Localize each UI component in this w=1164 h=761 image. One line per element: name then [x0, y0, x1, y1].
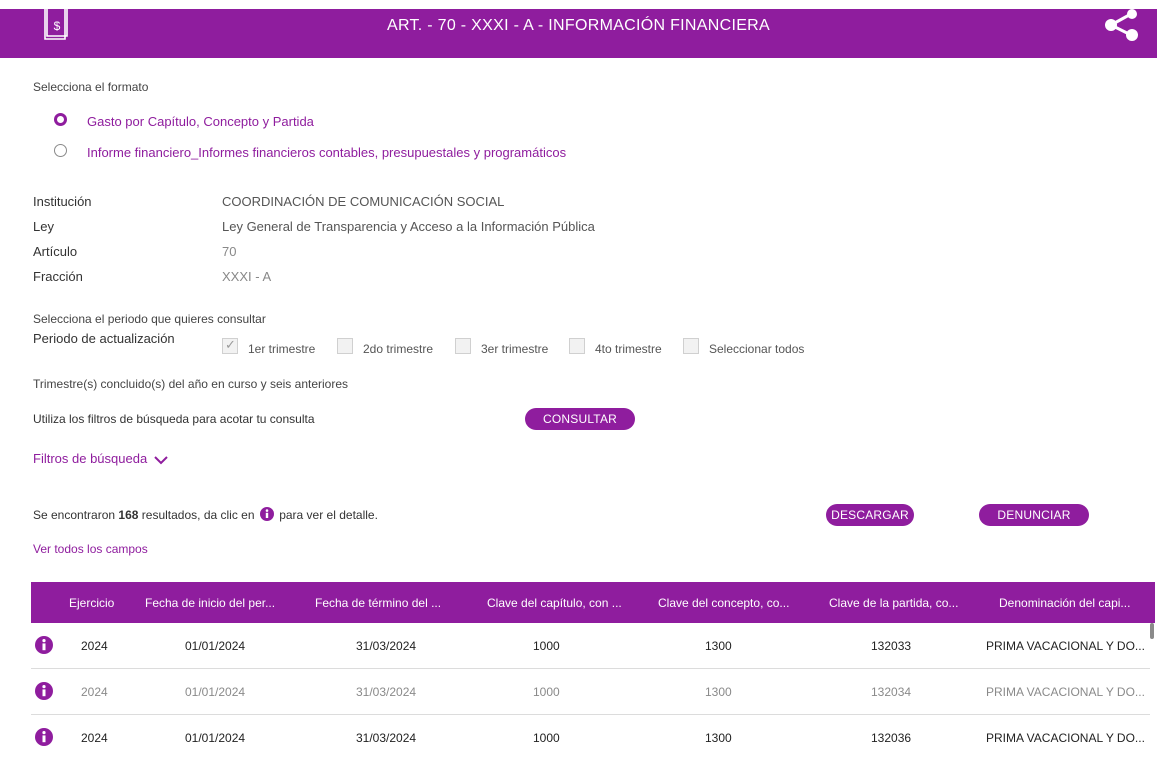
cell-clave-concepto: 1300 — [705, 639, 732, 653]
cell-clave-concepto: 1300 — [705, 731, 732, 745]
institution-label: Institución — [33, 194, 92, 209]
period-checkbox-1[interactable] — [222, 337, 238, 354]
cell-clave-concepto: 1300 — [705, 685, 732, 699]
results-summary: Se encontraron 168 resultados, da clic e… — [33, 507, 378, 522]
cell-clave-partida: 132034 — [871, 685, 912, 699]
column-header-denominacion[interactable]: Denominación del capi... — [999, 596, 1130, 610]
filters-hint: Utiliza los filtros de búsqueda para aco… — [33, 412, 315, 426]
format-radio-informe[interactable] — [54, 144, 67, 157]
cell-ejercicio: 2024 — [81, 731, 108, 745]
results-suffix: para ver el detalle. — [279, 508, 378, 522]
cell-fecha-termino: 31/03/2024 — [356, 685, 417, 699]
column-header-ejercicio[interactable]: Ejercicio — [69, 596, 114, 610]
view-all-fields-link[interactable]: Ver todos los campos — [33, 542, 148, 556]
cell-fecha-inicio: 01/01/2024 — [185, 685, 246, 699]
article-label: Artículo — [33, 244, 78, 259]
period-label: Periodo de actualización — [33, 331, 175, 346]
cell-clave-capitulo: 1000 — [533, 639, 560, 653]
table-row: 2024 01/01/2024 31/03/2024 1000 1300 132… — [31, 715, 1150, 761]
law-label: Ley — [33, 219, 54, 234]
column-header-fecha-inicio[interactable]: Fecha de inicio del per... — [145, 596, 275, 610]
table-row: 2024 01/01/2024 31/03/2024 1000 1300 132… — [31, 669, 1150, 715]
column-header-clave-capitulo[interactable]: Clave del capítulo, con ... — [487, 596, 622, 610]
format-radio-gasto[interactable] — [54, 113, 67, 126]
format-label: Selecciona el formato — [33, 80, 149, 94]
institution-value: COORDINACIÓN DE COMUNICACIÓN SOCIAL — [222, 194, 505, 209]
table-row: 2024 01/01/2024 31/03/2024 1000 1300 132… — [31, 623, 1150, 669]
fraction-value: XXXI - A — [222, 269, 272, 284]
period-prompt: Selecciona el periodo que quieres consul… — [33, 312, 266, 326]
fraction-label: Fracción — [33, 269, 83, 284]
period-option-1[interactable]: 1er trimestre — [248, 342, 315, 356]
period-option-2[interactable]: 2do trimestre — [363, 342, 433, 356]
cell-clave-partida: 132036 — [871, 731, 912, 745]
cell-clave-capitulo: 1000 — [533, 685, 560, 699]
cell-denominacion: PRIMA VACACIONAL Y DO... — [986, 639, 1145, 653]
law-value: Ley General de Transparencia y Acceso a … — [222, 219, 595, 234]
search-filters-toggle[interactable]: Filtros de búsqueda — [33, 451, 168, 466]
period-checkbox-4[interactable] — [569, 338, 585, 354]
period-note: Trimestre(s) concluido(s) del año en cur… — [33, 377, 349, 391]
cell-fecha-termino: 31/03/2024 — [356, 639, 417, 653]
consult-button[interactable]: CONSULTAR — [525, 408, 635, 430]
cell-ejercicio: 2024 — [81, 685, 108, 699]
search-filters-label: Filtros de búsqueda — [33, 451, 148, 466]
table-scrollbar[interactable] — [1150, 623, 1154, 639]
results-prefix: Se encontraron — [33, 508, 116, 522]
page-header: $ ART. - 70 - XXXI - A - INFORMACIÓN FIN… — [0, 9, 1157, 58]
info-icon[interactable] — [35, 728, 53, 746]
download-button[interactable]: DESCARGAR — [826, 504, 914, 526]
info-icon[interactable] — [35, 636, 53, 654]
cell-fecha-termino: 31/03/2024 — [356, 731, 417, 745]
period-option-3[interactable]: 3er trimestre — [481, 342, 548, 356]
info-icon — [259, 507, 274, 521]
format-option-gasto[interactable]: Gasto por Capítulo, Concepto y Partida — [87, 114, 314, 129]
cell-clave-capitulo: 1000 — [533, 731, 560, 745]
share-icon[interactable] — [1103, 8, 1139, 42]
results-count: 168 — [118, 508, 139, 522]
cell-fecha-inicio: 01/01/2024 — [185, 639, 246, 653]
report-button[interactable]: DENUNCIAR — [979, 504, 1089, 526]
period-checkbox-2[interactable] — [337, 338, 353, 354]
cell-denominacion: PRIMA VACACIONAL Y DO... — [986, 685, 1145, 699]
select-all-checkbox[interactable] — [683, 338, 699, 354]
page-title: ART. - 70 - XXXI - A - INFORMACIÓN FINAN… — [386, 17, 771, 34]
column-header-clave-concepto[interactable]: Clave del concepto, co... — [658, 596, 789, 610]
period-option-4[interactable]: 4to trimestre — [595, 342, 662, 356]
cell-fecha-inicio: 01/01/2024 — [185, 731, 246, 745]
format-option-informe[interactable]: Informe financiero_Informes financieros … — [87, 145, 566, 160]
article-value: 70 — [222, 244, 237, 259]
period-checkbox-3[interactable] — [455, 338, 471, 354]
info-icon[interactable] — [35, 682, 53, 700]
table-header: Ejercicio Fecha de inicio del per... Fec… — [31, 582, 1155, 623]
chevron-down-icon — [154, 455, 168, 464]
cell-denominacion: PRIMA VACACIONAL Y DO... — [986, 731, 1145, 745]
results-middle: resultados, da clic en — [141, 508, 255, 522]
cell-clave-partida: 132033 — [871, 639, 912, 653]
select-all-label[interactable]: Seleccionar todos — [709, 342, 804, 356]
column-header-clave-partida[interactable]: Clave de la partida, co... — [829, 596, 958, 610]
column-header-fecha-termino[interactable]: Fecha de término del ... — [315, 596, 441, 610]
cell-ejercicio: 2024 — [81, 639, 108, 653]
